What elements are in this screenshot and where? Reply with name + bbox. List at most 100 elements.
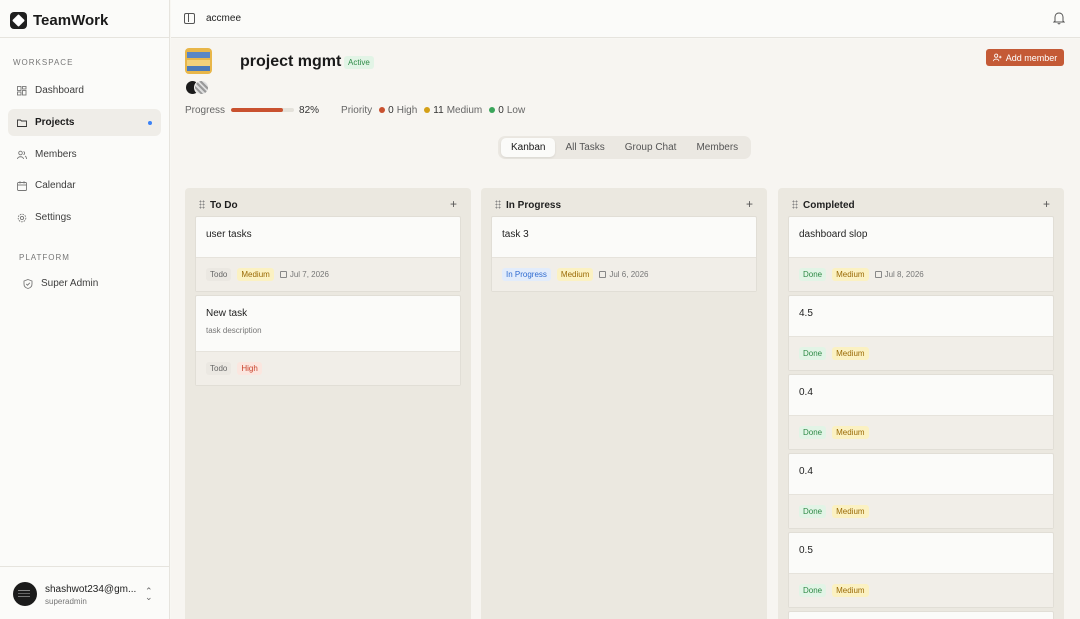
tab-group-chat[interactable]: Group Chat <box>615 138 687 157</box>
progress-label: Progress <box>185 104 226 116</box>
folder-icon <box>17 118 27 127</box>
task-meta: Done Medium Jul 8, 2026 <box>789 257 1053 291</box>
calendar-icon <box>17 181 27 191</box>
due-date: Jul 7, 2026 <box>279 270 329 279</box>
sidebar-item-dashboard[interactable]: Dashboard <box>8 77 161 104</box>
task-meta: Done Medium <box>789 336 1053 370</box>
sidebar-item-super-admin[interactable]: Super Admin <box>14 270 161 297</box>
task-title: dashboard slop <box>799 229 868 240</box>
view-tabs: Kanban All Tasks Group Chat Members <box>498 136 752 159</box>
status-badge: Done <box>799 584 827 597</box>
column-title: To Do <box>210 200 238 211</box>
task-card[interactable]: 0.5 Done Medium <box>788 532 1054 608</box>
calendar-icon <box>874 271 882 278</box>
workspace-label: WORKSPACE <box>13 58 74 67</box>
kanban-column-todo: To Do + user tasks Todo Medium Jul 7, 20… <box>185 188 471 619</box>
priority-label: Priority <box>341 104 373 116</box>
avatar <box>194 80 209 95</box>
task-card[interactable]: user tasks Todo Medium Jul 7, 2026 <box>195 216 461 292</box>
priority-medium-count: 11 <box>433 104 444 116</box>
task-title: 4.5 <box>799 308 813 319</box>
sidebar-item-label: Calendar <box>35 180 76 191</box>
sidebar: TeamWork WORKSPACE Dashboard Projects Me… <box>0 0 170 619</box>
add-member-label: Add member <box>1005 52 1058 63</box>
priority-low-label: Low <box>506 104 526 116</box>
sidebar-item-label: Super Admin <box>41 278 99 289</box>
task-card[interactable]: task 3 In Progress Medium Jul 6, 2026 <box>491 216 757 292</box>
sidebar-item-calendar[interactable]: Calendar <box>8 172 161 199</box>
column-title: In Progress <box>506 200 562 211</box>
task-title: New task <box>206 308 248 319</box>
tab-all-tasks[interactable]: All Tasks <box>555 138 614 157</box>
progress-value: 82% <box>299 104 320 116</box>
priority-medium-label: Medium <box>446 104 483 116</box>
task-title: 0.5 <box>799 545 813 556</box>
sidebar-item-members[interactable]: Members <box>8 141 161 168</box>
sidebar-item-projects[interactable]: Projects <box>8 109 161 136</box>
kanban-column-in-progress: In Progress + task 3 In Progress Medium … <box>481 188 767 619</box>
due-date: Jul 6, 2026 <box>599 270 649 279</box>
sidebar-toggle-icon[interactable] <box>184 13 195 24</box>
priority-medium-dot <box>424 107 431 113</box>
task-card[interactable]: dashboard slop Done Medium Jul 8, 2026 <box>788 216 1054 292</box>
user-plus-icon <box>992 53 1002 62</box>
priority-badge: Medium <box>832 268 869 281</box>
priority-high-label: High <box>396 104 418 116</box>
task-meta: In Progress Medium Jul 6, 2026 <box>492 257 756 291</box>
task-meta: Todo Medium Jul 7, 2026 <box>196 257 460 291</box>
add-member-button[interactable]: Add member <box>986 49 1064 66</box>
main-content: project mgmt Active Add member Progress … <box>171 39 1080 619</box>
due-date-text: Jul 6, 2026 <box>609 270 649 279</box>
priority-badge: Medium <box>832 426 869 439</box>
status-badge: Done <box>799 426 827 439</box>
add-task-icon[interactable]: + <box>450 197 457 211</box>
progress-row: Progress 82% Priority 0 High 11 Medium 0… <box>185 104 525 116</box>
priority-badge: Medium <box>237 268 274 281</box>
priority-badge: High <box>237 362 262 375</box>
sidebar-item-label: Settings <box>35 212 72 223</box>
member-avatars[interactable] <box>185 80 209 95</box>
project-thumbnail <box>185 48 212 74</box>
priority-badge: Medium <box>556 268 594 281</box>
priority-badge: Medium <box>832 347 869 360</box>
progress-fill <box>231 108 283 112</box>
task-meta: Done Medium <box>789 573 1053 607</box>
task-meta: Done Medium <box>789 415 1053 449</box>
breadcrumb[interactable]: accmee <box>206 13 241 24</box>
bell-icon[interactable] <box>1053 11 1065 25</box>
task-card[interactable]: 4.5 Done Medium <box>788 295 1054 371</box>
status-badge: Todo <box>206 268 232 281</box>
due-date-text: Jul 7, 2026 <box>289 270 329 279</box>
gear-icon <box>17 213 27 223</box>
task-title: user tasks <box>206 229 252 240</box>
add-task-icon[interactable]: + <box>746 197 753 211</box>
drag-handle-icon[interactable] <box>495 200 501 209</box>
shield-icon <box>23 279 33 289</box>
divider <box>0 37 170 38</box>
task-title: task 3 <box>502 229 529 240</box>
chevron-up-down-icon[interactable]: ⌃ ⌄ <box>145 587 153 602</box>
drag-handle-icon[interactable] <box>199 200 205 209</box>
task-card[interactable]: 0.4 Done Medium <box>788 374 1054 450</box>
sidebar-item-label: Members <box>35 149 77 160</box>
user-menu[interactable]: shashwot234@gm... superadmin ⌃ ⌄ <box>0 566 170 619</box>
active-indicator <box>148 121 152 125</box>
task-card[interactable]: 0.4 Done Medium <box>788 453 1054 529</box>
sidebar-item-settings[interactable]: Settings <box>8 204 161 231</box>
brand[interactable]: TeamWork <box>10 10 108 30</box>
column-title: Completed <box>803 200 855 211</box>
add-task-icon[interactable]: + <box>1043 197 1050 211</box>
drag-handle-icon[interactable] <box>792 200 798 209</box>
due-date-text: Jul 8, 2026 <box>884 270 924 279</box>
tab-kanban[interactable]: Kanban <box>501 138 556 157</box>
kanban-column-completed: Completed + dashboard slop Done Medium J… <box>778 188 1064 619</box>
teamwork-logo-icon <box>10 11 27 29</box>
status-badge: Done <box>799 347 827 360</box>
status-badge: Todo <box>206 362 232 375</box>
tab-members[interactable]: Members <box>686 138 748 157</box>
task-card[interactable]: New task task description Todo High <box>195 295 461 386</box>
priority-badge: Medium <box>832 584 869 597</box>
user-role: superadmin <box>45 597 87 606</box>
grid-icon <box>17 86 27 96</box>
task-card[interactable] <box>788 611 1054 619</box>
